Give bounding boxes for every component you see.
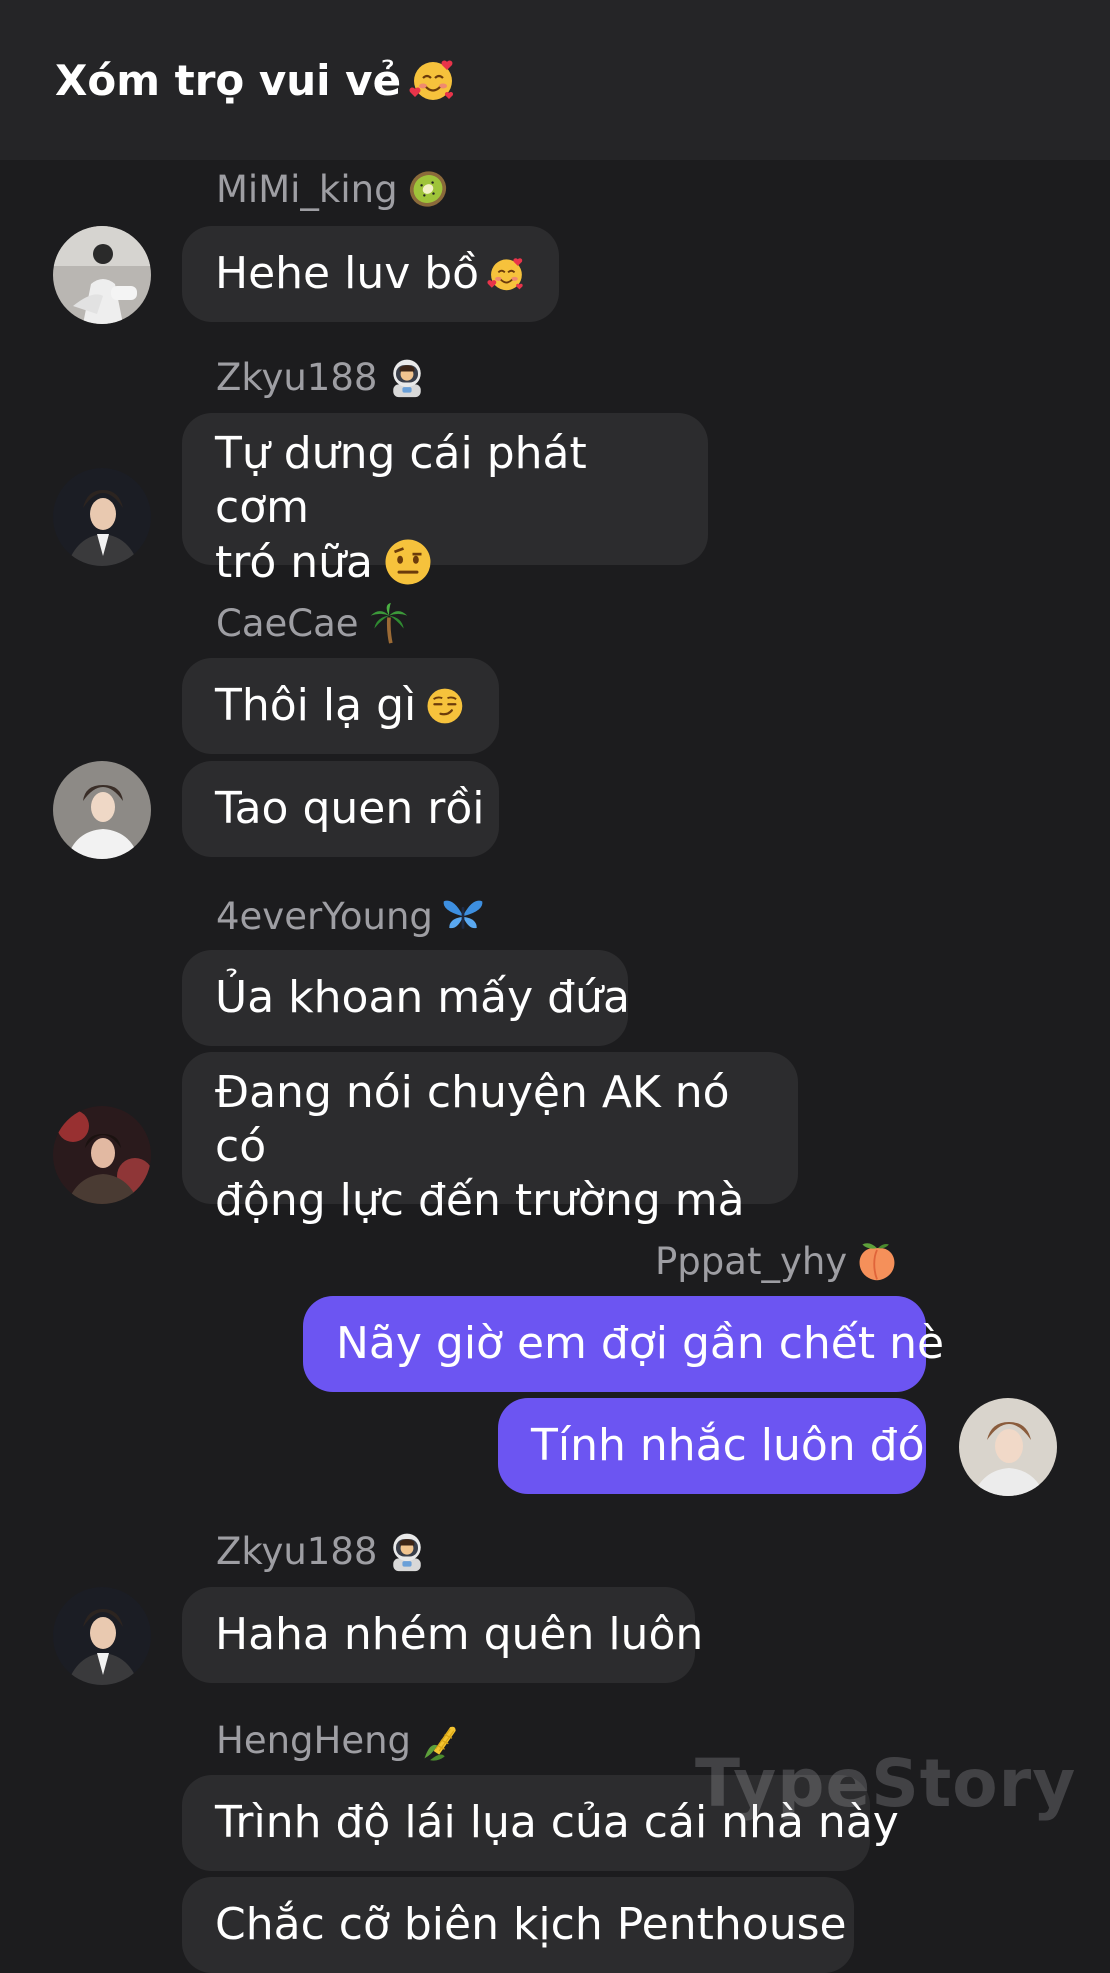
message-bubble[interactable]: Tự dưng cái phát cơm tró nữa — [182, 413, 708, 588]
sender-name: HengHeng — [216, 1717, 463, 1765]
message-bubble[interactable]: Chắc cỡ biên kịch Penthouse — [182, 1877, 854, 1973]
butterfly-icon — [441, 894, 485, 938]
avatar-4everyoung-icon — [53, 1106, 151, 1204]
message-text-line: Đang nói chuyện AK nó có — [215, 1067, 730, 1172]
message-text-line: động lực đến trường mà — [215, 1175, 745, 1226]
sender-name: CaeCae — [216, 600, 411, 648]
message-text: Hehe luv bồ — [215, 248, 480, 299]
message-bubble[interactable]: Tao quen rồi — [182, 761, 499, 857]
face-with-raised-eyebrow-icon — [381, 535, 435, 589]
corn-icon — [419, 1718, 463, 1762]
message-bubble-mine[interactable]: Nãy giờ em đợi gần chết nè — [303, 1296, 944, 1392]
message-bubble[interactable]: Hehe luv bồ — [182, 226, 559, 322]
avatar[interactable] — [53, 468, 151, 566]
avatar[interactable] — [53, 226, 151, 324]
chat-header: Xóm trọ vui vẻ — [0, 0, 1110, 160]
avatar[interactable] — [53, 1587, 151, 1685]
smirking-face-icon — [424, 679, 466, 733]
message-text: Nãy giờ em đợi gần chết nè — [336, 1318, 945, 1369]
sender-name: Zkyu188 — [216, 1528, 429, 1576]
message-text: Đang nói chuyện AK nó có động lực đến tr… — [215, 1066, 765, 1228]
chat-title-text: Xóm trọ vui vẻ — [55, 56, 402, 105]
message-text: Haha nhém quên luôn — [215, 1609, 704, 1660]
message-text: Ủa khoan mấy đứa — [215, 972, 630, 1023]
message-bubble[interactable]: Ủa khoan mấy đứa — [182, 950, 630, 1046]
astronaut-icon — [385, 1529, 429, 1573]
sender-name-text: Zkyu188 — [216, 356, 378, 399]
peach-icon — [855, 1239, 899, 1283]
sender-name: Pppat_yhy — [655, 1238, 899, 1286]
kiwi-icon — [406, 167, 450, 211]
message-text: Chắc cỡ biên kịch Penthouse — [215, 1899, 847, 1950]
astronaut-icon — [385, 355, 429, 399]
sender-name-text: MiMi_king — [216, 168, 398, 211]
avatar[interactable] — [53, 1106, 151, 1204]
sender-name: Zkyu188 — [216, 354, 429, 402]
avatar[interactable] — [53, 761, 151, 859]
message-text: Trình độ lái lụa của cái nhà này — [215, 1797, 899, 1848]
message-text: Thôi lạ gì — [215, 680, 417, 731]
message-bubble[interactable]: Đang nói chuyện AK nó có động lực đến tr… — [182, 1052, 798, 1226]
smiling-face-with-hearts-icon — [487, 247, 526, 301]
avatar-mimi-king-icon — [53, 226, 151, 324]
message-bubble[interactable]: Haha nhém quên luôn — [182, 1587, 703, 1683]
avatar-zkyu188-icon — [53, 468, 151, 566]
avatar-pppat-yhy-icon — [959, 1398, 1057, 1496]
sender-name-text: 4everYoung — [216, 895, 433, 938]
sender-name-text: HengHeng — [216, 1719, 412, 1762]
smiling-face-with-hearts-icon — [409, 56, 457, 104]
avatar[interactable] — [959, 1398, 1057, 1496]
avatar-zkyu188-icon — [53, 1587, 151, 1685]
message-text: Tự dưng cái phát cơm tró nữa — [215, 427, 675, 590]
message-bubble[interactable]: Thôi lạ gì — [182, 658, 499, 754]
message-bubble-mine[interactable]: Tính nhắc luôn đó — [498, 1398, 926, 1494]
avatar-caecae-icon — [53, 761, 151, 859]
sender-name: 4everYoung — [216, 893, 485, 941]
message-text: Tao quen rồi — [215, 783, 485, 834]
message-text-line: Tự dưng cái phát cơm — [215, 428, 587, 533]
message-bubble[interactable]: Trình độ lái lụa của cái nhà này — [182, 1775, 899, 1871]
sender-name-text: Pppat_yhy — [655, 1240, 848, 1283]
sender-name-text: CaeCae — [216, 602, 359, 645]
message-text-line: tró nữa — [215, 537, 374, 588]
message-text: Tính nhắc luôn đó — [531, 1420, 925, 1471]
sender-name: MiMi_king — [216, 166, 450, 214]
chat-title[interactable]: Xóm trọ vui vẻ — [55, 52, 457, 110]
palm-tree-icon — [367, 601, 411, 645]
sender-name-text: Zkyu188 — [216, 1530, 378, 1573]
